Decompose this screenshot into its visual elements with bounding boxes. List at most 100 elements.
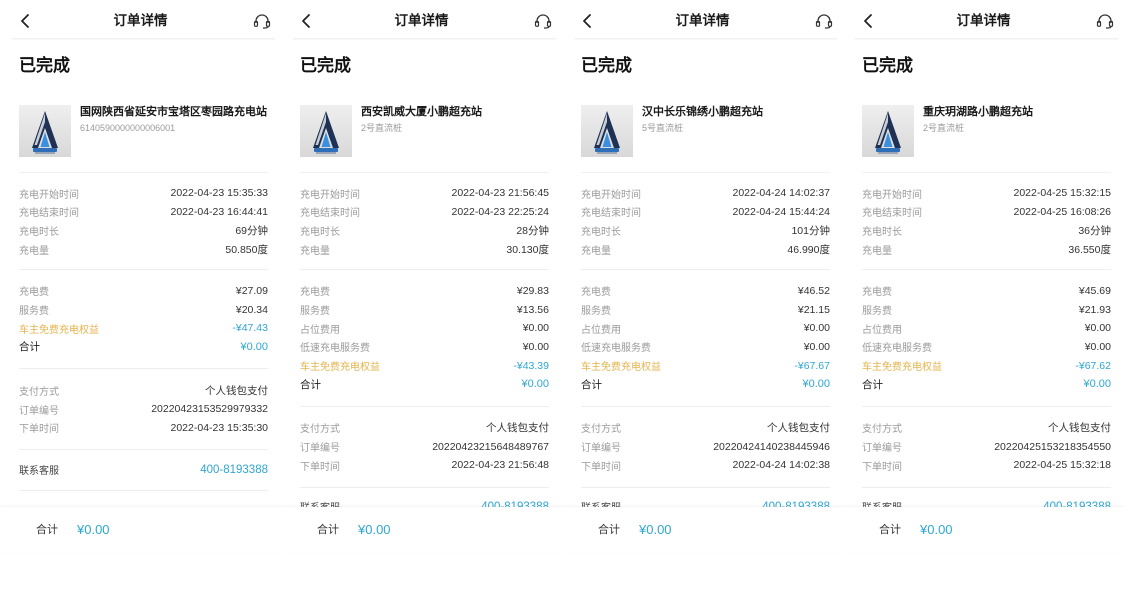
row-value: 2022-04-23 21:56:48: [451, 459, 550, 472]
headset-icon: [815, 13, 833, 29]
row-label: 联系客服: [19, 466, 59, 478]
station-logo-icon: [581, 105, 633, 157]
row-label: 充电结束时间: [862, 208, 922, 220]
row-label: 服务费: [862, 306, 892, 318]
row-label: 服务费: [581, 306, 611, 318]
row-value: 2022-04-23 16:44:41: [170, 205, 269, 218]
row-label: 充电开始时间: [581, 189, 641, 201]
contact-section: 联系客服 400-8193388: [19, 450, 268, 491]
station-subtitle: 6140590000000006001: [80, 123, 176, 133]
row-label: 支付方式: [581, 424, 621, 436]
row-label: 下单时间: [581, 461, 621, 473]
row-value: ¥27.09: [235, 284, 268, 297]
row-value: ¥0.00: [1083, 378, 1111, 391]
row-value: 2022-04-23 15:35:33: [170, 187, 269, 200]
row-label: 支付方式: [862, 424, 902, 436]
charge-duration-row: 充电时长 28分钟: [300, 221, 549, 240]
fee-section: 充电费 ¥46.52 服务费 ¥21.15 占位费用 ¥0.00 低速充电服务费 ¥0.…: [581, 270, 830, 407]
row-label: 服务费: [300, 306, 330, 318]
row-value: ¥0.00: [803, 340, 830, 353]
row-label: 合计: [581, 378, 602, 391]
row-label: 合计: [19, 341, 40, 354]
service-phone-link[interactable]: 400-8193388: [200, 464, 268, 476]
charge-info-section: 充电开始时间 2022-04-24 14:02:37 充电结束时间 2022-04-…: [581, 173, 830, 270]
station-card[interactable]: 汉中长乐锦绣小鹏超充站 5号直流桩: [581, 105, 830, 157]
order-number-row: 订单编号 20220425153218354550: [862, 437, 1111, 456]
row-value: ¥0.00: [1084, 322, 1111, 335]
payment-section: 支付方式 个人钱包支付 订单编号 20220423215648489767 下单时间…: [300, 407, 549, 488]
row-value: ¥0.00: [240, 340, 268, 353]
customer-service-button[interactable]: [534, 13, 552, 29]
occupancy-fee-row: 占位费用 ¥0.00: [862, 319, 1111, 338]
row-value: -¥67.67: [794, 359, 830, 372]
charging-fee-row: 充电费 ¥46.52: [581, 282, 830, 301]
row-label: 充电结束时间: [300, 208, 360, 220]
customer-service-button[interactable]: [253, 13, 271, 29]
row-label: 充电时长: [862, 227, 902, 239]
footer-total-label: 合计: [598, 524, 620, 536]
order-time-row: 下单时间 2022-04-24 14:02:38: [581, 456, 830, 475]
charge-duration-row: 充电时长 101分钟: [581, 221, 830, 240]
station-subtitle: 5号直流桩: [642, 123, 684, 133]
row-label: 充电开始时间: [300, 189, 360, 201]
footer-total-bar: 合计 ¥0.00: [843, 507, 1124, 553]
page-title: 订单详情: [956, 13, 1011, 28]
row-value: 2022-04-25 15:32:15: [1013, 187, 1112, 200]
order-number-row: 订单编号 20220424140238445946: [581, 437, 830, 456]
row-label: 充电量: [19, 245, 49, 257]
row-label: 车主免费充电权益: [581, 362, 661, 374]
order-content: 已完成 汉中长乐锦绣小鹏超充站 5号直流桩 充电开始时间 2022-04-24 1…: [562, 40, 843, 529]
station-name: 国网陕西省延安市宝塔区枣园路充电站: [80, 106, 267, 118]
payment-method-row: 支付方式 个人钱包支付: [862, 419, 1111, 438]
row-value: 2022-04-24 15:44:24: [732, 205, 831, 218]
customer-service-button[interactable]: [815, 13, 833, 29]
station-name: 汉中长乐锦绣小鹏超充站: [642, 106, 763, 118]
row-value: ¥0.00: [522, 322, 549, 335]
charge-start-time-row: 充电开始时间 2022-04-25 15:32:15: [862, 184, 1111, 203]
row-label: 充电结束时间: [581, 208, 641, 220]
row-label: 充电结束时间: [19, 208, 79, 220]
payment-section: 支付方式 个人钱包支付 订单编号 20220423153529979332 下单时间…: [19, 369, 268, 451]
footer-total-bar: 合计 ¥0.00: [281, 507, 562, 553]
payment-section: 支付方式 个人钱包支付 订单编号 20220424140238445946 下单时间…: [581, 407, 830, 488]
row-label: 充电费: [581, 287, 611, 299]
nav-bar: 订单详情: [843, 0, 1124, 40]
footer-total-value: ¥0.00: [77, 522, 110, 537]
charge-energy-row: 充电量 46.990度: [581, 240, 830, 259]
row-label: 充电量: [581, 245, 611, 257]
station-card[interactable]: 重庆玥湖路小鹏超充站 2号直流桩: [862, 105, 1111, 157]
payment-method-row: 支付方式 个人钱包支付: [19, 381, 268, 400]
charge-start-time-row: 充电开始时间 2022-04-23 21:56:45: [300, 184, 549, 203]
service-fee-row: 服务费 ¥20.34: [19, 300, 268, 319]
low-speed-service-fee-row: 低速充电服务费 ¥0.00: [300, 338, 549, 357]
headset-icon: [534, 13, 552, 29]
row-value: -¥67.62: [1075, 359, 1111, 372]
station-card[interactable]: 西安凯威大厦小鹏超充站 2号直流桩: [300, 105, 549, 157]
charge-end-time-row: 充电结束时间 2022-04-25 16:08:26: [862, 203, 1111, 222]
charging-fee-row: 充电费 ¥27.09: [19, 282, 268, 301]
charging-fee-row: 充电费 ¥45.69: [862, 282, 1111, 301]
row-label: 低速充电服务费: [581, 343, 651, 355]
row-label: 占位费用: [581, 324, 621, 336]
contact-service-row: 联系客服 400-8193388: [19, 460, 268, 479]
order-status: 已完成: [19, 56, 70, 75]
low-speed-service-fee-row: 低速充电服务费 ¥0.00: [862, 338, 1111, 357]
row-label: 低速充电服务费: [862, 343, 932, 355]
fee-total-row: 合计 ¥0.00: [300, 375, 549, 394]
station-card[interactable]: 国网陕西省延安市宝塔区枣园路充电站 6140590000000006001: [19, 105, 268, 157]
order-time-row: 下单时间 2022-04-23 21:56:48: [300, 456, 549, 475]
row-label: 订单编号: [300, 443, 340, 455]
row-value: ¥0.00: [521, 378, 549, 391]
order-status: 已完成: [581, 56, 632, 75]
page-title: 订单详情: [394, 13, 449, 28]
footer-total-label: 合计: [36, 524, 58, 536]
customer-service-button[interactable]: [1096, 13, 1114, 29]
fee-total-row: 合计 ¥0.00: [581, 375, 830, 394]
order-detail-screen: 订单详情 已完成 重庆玥湖路小鹏超充站 2号直流桩 充电开始时间 2022-04-…: [843, 0, 1124, 590]
row-value: ¥29.83: [516, 284, 549, 297]
row-value: ¥0.00: [1084, 340, 1111, 353]
order-content: 已完成 西安凯威大厦小鹏超充站 2号直流桩 充电开始时间 2022-04-23 2…: [281, 40, 562, 529]
row-value: ¥45.69: [1078, 284, 1111, 297]
nav-bar: 订单详情: [281, 0, 562, 40]
charge-energy-row: 充电量 50.850度: [19, 240, 268, 259]
